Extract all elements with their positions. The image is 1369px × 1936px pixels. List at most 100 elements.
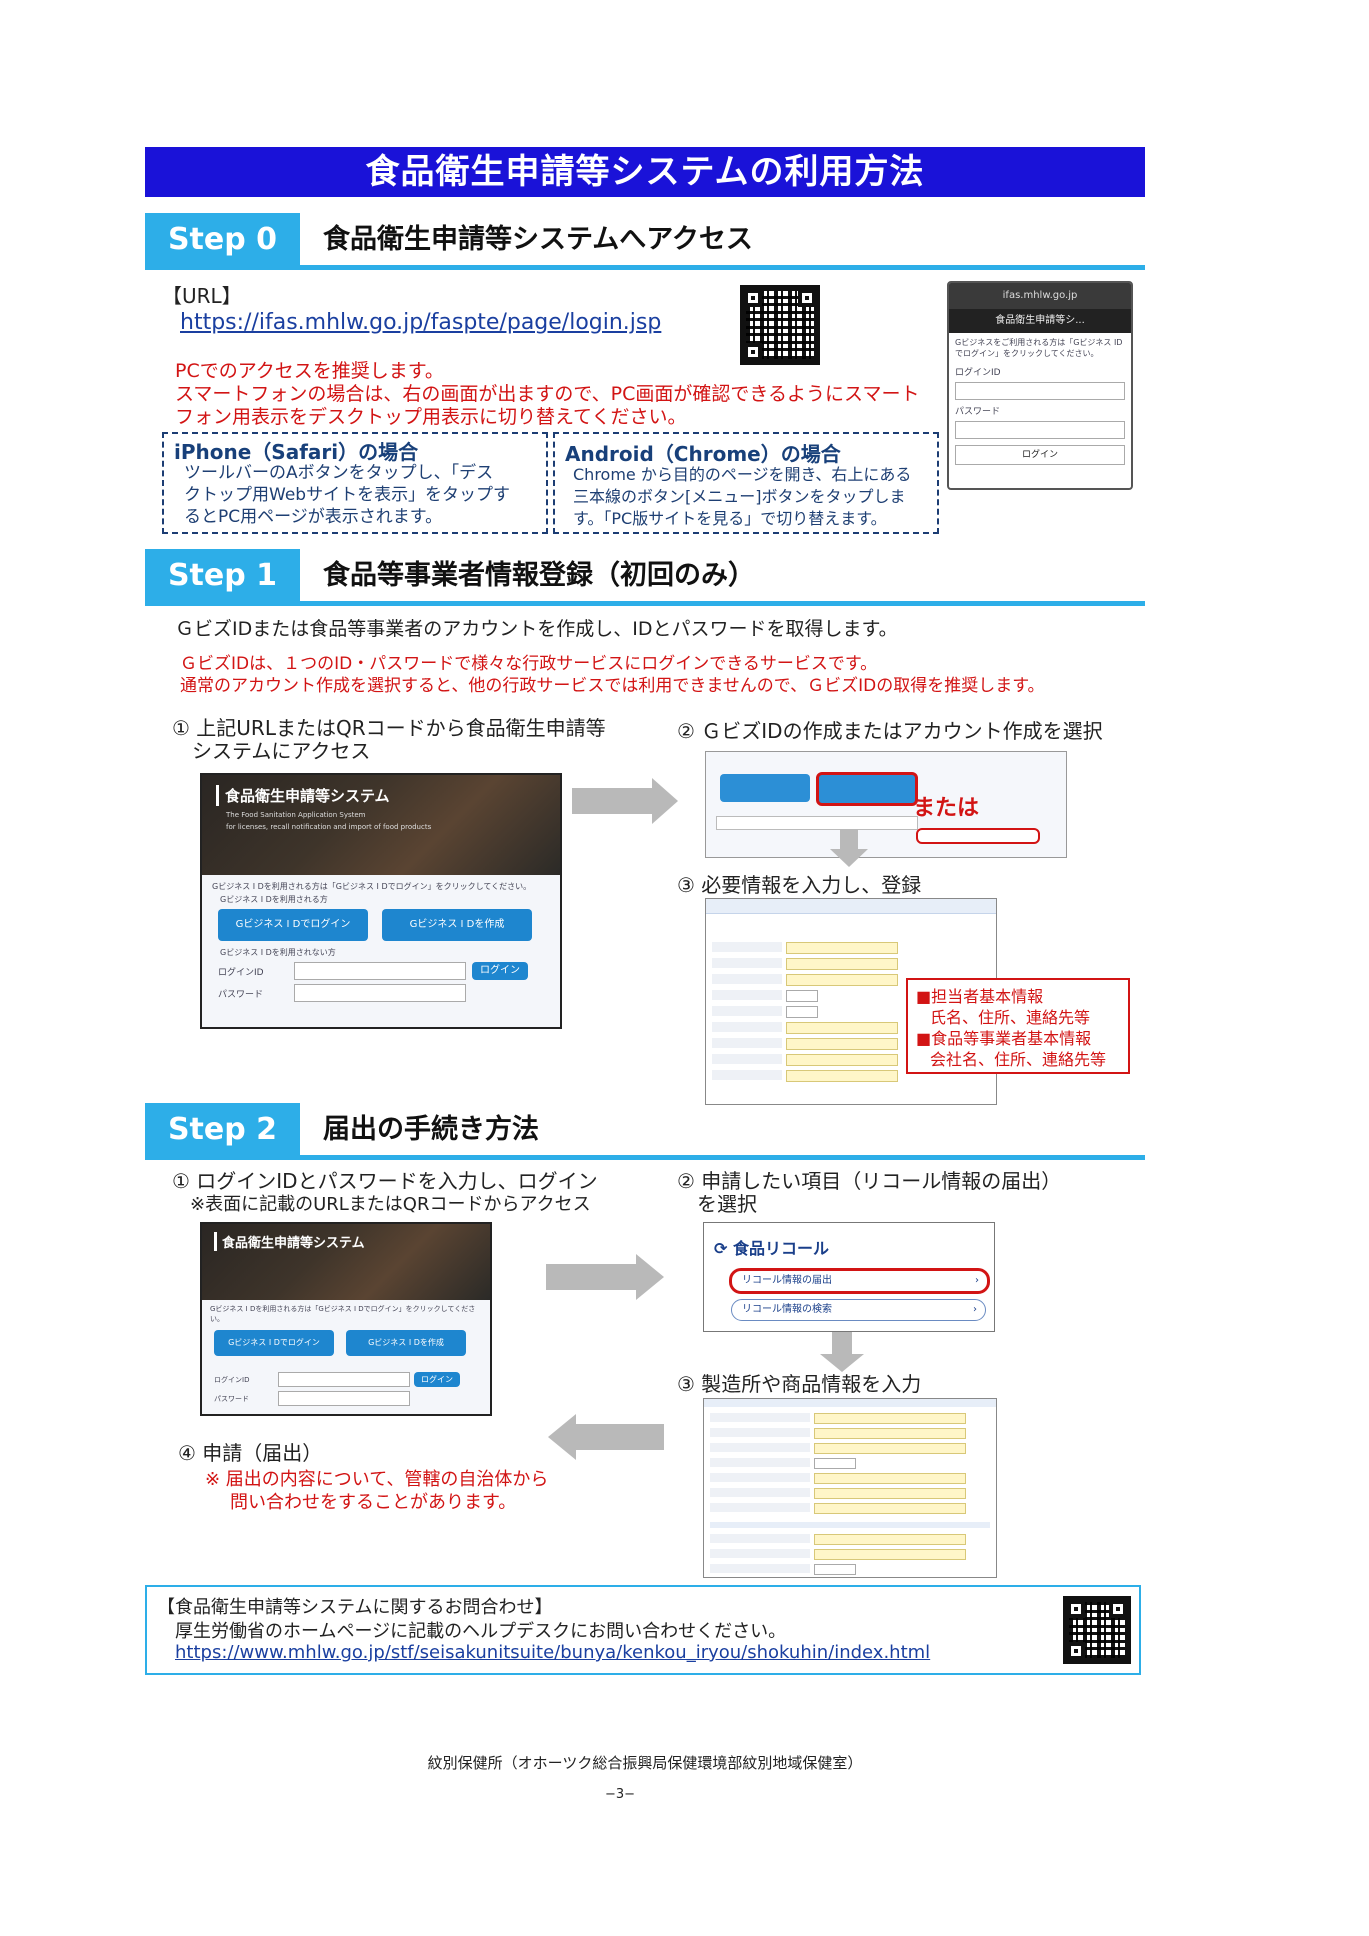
gbiz-notice-2: Gビジネス I Dを利用される方は「Gビジネス I Dでログイン」をクリックして… [210,1305,476,1323]
account-select-screenshot [705,751,1067,858]
gbiz-create-button[interactable]: Gビジネス I Dを作成 [382,909,532,941]
password-input[interactable] [294,984,466,1002]
recall-notify-item[interactable]: リコール情報の届出 › [729,1268,990,1294]
step1-rule [145,601,1145,606]
phone-login-button[interactable]: ログイン [955,445,1125,465]
phone-password-input[interactable] [955,421,1125,439]
phone-password-label: パスワード [955,407,1001,417]
arrow-down-1 [840,829,858,849]
info-callout: ■担当者基本情報 氏名、住所、連絡先等 ■食品等事業者基本情報 会社名、住所、連… [906,978,1130,1074]
iphone-line: ツールバーのAボタンをタップし、「デス [184,463,494,483]
login-id-label-2: ログインID [214,1375,250,1384]
login-screenshot-2: 食品衛生申請等システム Gビジネス I Dを利用される方は「Gビジネス I Dで… [200,1222,492,1416]
gbiz-create-button-2[interactable]: Gビジネス I Dを作成 [346,1330,466,1356]
phone-login-id-label: ログインID [955,368,1001,378]
url-label: 【URL】 [162,284,242,308]
login-id-label: ログインID [218,967,264,978]
step2-sub4: ④ 申請（届出） [178,1441,323,1465]
iphone-title: iPhone（Safari）の場合 [174,440,419,464]
footer-office: 紋別保健所（オホーツク総合振興局保健環境部紋別地域保健室） [427,1754,863,1772]
recall-search-label: リコール情報の検索 [742,1304,832,1315]
brand-title-2: 食品衛生申請等システム [214,1232,365,1251]
contact-url-link[interactable]: https://www.mhlw.go.jp/stf/seisakunitsui… [175,1642,930,1663]
password-label-2: パスワード [214,1394,249,1403]
system-url-link[interactable]: https://ifas.mhlw.go.jp/faspte/page/logi… [180,310,661,335]
arrow-right-1 [572,788,652,814]
step2-tag: Step 2 [145,1103,300,1157]
step0-heading: 食品衛生申請等システムへアクセス [323,224,753,255]
password-input-2[interactable] [278,1391,410,1406]
iphone-line: クトップ用Webサイトを表示」をタップす [184,485,511,505]
step1-sub3: ③ 必要情報を入力し、登録 [677,873,922,897]
smartphone-note-1: スマートフォンの場合は、右の画面が出ますので、PC画面が確認できるようにスマート [175,383,920,405]
callout-line: ■担当者基本情報 [916,987,1044,1006]
callout-line: 氏名、住所、連絡先等 [930,1008,1091,1027]
create-account-highlight [916,828,1040,844]
smartphone-note-2: フォン用表示をデスクトップ用表示に切り替えてください。 [175,406,687,428]
callout-line: ■食品等事業者基本情報 [916,1029,1092,1048]
login-button[interactable]: ログイン [472,962,528,980]
brand-tagline-2: for licenses, recall notification and im… [226,823,432,831]
step2-sub3: ③ 製造所や商品情報を入力 [677,1372,922,1396]
android-line: Chrome から目的のページを開き、右上にある [573,465,912,484]
phone-login-id-input[interactable] [955,382,1125,400]
step2-sub2-line2: を選択 [697,1192,757,1216]
arrow-down-1-head [830,849,868,867]
page-title: 食品衛生申請等システムの利用方法 [145,147,1145,197]
gbiz-notice: Gビジネス I Dを利用される方は「Gビジネス I Dでログイン」をクリックして… [212,882,532,891]
phone-address-bar: ifas.mhlw.go.jp [949,283,1131,309]
login-id-input-2[interactable] [278,1372,410,1387]
phone-notice: Gビジネスをご利用される方は「Gビジネス IDでログイン」をクリックしてください… [955,338,1123,358]
step1-heading: 食品等事業者情報登録（初回のみ） [323,560,755,591]
gbiz-note-2: 通常のアカウント作成を選択すると、他の行政サービスでは利用できませんので、Ｇビズ… [180,676,1045,696]
password-label: パスワード [218,989,264,1000]
step2-sub1-line1: ① ログインIDとパスワードを入力し、ログイン [172,1169,598,1193]
step1-sub1-line2: システムにアクセス [192,739,371,763]
gbiz-login-thumb [720,774,810,802]
iphone-line: るとPC用ページが表示されます。 [184,507,443,527]
callout-line: 会社名、住所、連絡先等 [930,1050,1107,1069]
step0-rule [145,265,1145,270]
account-id-thumb [716,816,918,830]
iphone-box: iPhone（Safari）の場合 ツールバーのAボタンをタップし、「デス クト… [162,432,548,534]
step2-heading: 届出の手続き方法 [323,1114,539,1145]
recall-title: ⟳ 食品リコール [714,1239,829,1258]
arrow-left [576,1424,664,1450]
arrow-down-2 [832,1332,852,1354]
step2-rule [145,1155,1145,1160]
recall-panel: ⟳ 食品リコール リコール情報の届出 › リコール情報の検索 › [703,1222,995,1332]
phone-header: 食品衛生申請等シ... [949,309,1131,333]
arrow-down-2-head [820,1354,864,1372]
step2-sub4-note-1: ※ 届出の内容について、管轄の自治体から [205,1469,549,1490]
hero-image: 食品衛生申請等システム The Food Sanitation Applicat… [202,775,560,875]
android-line: 三本線のボタン[メニュー]ボタンをタップしま [573,487,906,506]
gbiz-login-button-2[interactable]: Gビジネス I Dでログイン [214,1330,334,1356]
step1-tag: Step 1 [145,549,300,603]
android-title: Android（Chrome）の場合 [565,442,841,466]
arrow-left-head [548,1414,576,1460]
product-form-screenshot [703,1398,997,1578]
smartphone-screenshot: ifas.mhlw.go.jp 食品衛生申請等シ... Gビジネスをご利用される… [947,281,1133,490]
step2-sub4-note-2: 問い合わせをすることがあります。 [230,1492,517,1513]
step2-sub1-line2: ※表面に記載のURLまたはQRコードからアクセス [190,1194,591,1215]
login-id-input[interactable] [294,962,466,980]
recall-search-item[interactable]: リコール情報の検索 › [731,1299,986,1321]
qr-code-system [740,285,820,365]
recall-title-text: 食品リコール [732,1239,829,1258]
step2-sub2-line1: ② 申請したい項目（リコール情報の届出） [677,1169,1062,1193]
step1-sub1-line1: ① 上記URLまたはQRコードから食品衛生申請等 [172,716,606,740]
or-label: または [913,796,980,821]
step1-sub2: ② ＧビズIDの作成またはアカウント作成を選択 [677,719,1103,743]
brand-title: 食品衛生申請等システム [216,785,390,806]
gbiz-create-highlight [816,772,918,806]
page-number: −3− [604,1787,636,1802]
arrow-right-2-head [636,1254,664,1300]
step1-intro: ＧビズIDまたは食品等事業者のアカウントを作成し、IDとパスワードを取得します。 [175,618,898,640]
login-button-2[interactable]: ログイン [414,1372,460,1387]
pc-recommend-text: PCでのアクセスを推奨します。 [175,360,444,382]
gbiz-login-button[interactable]: Gビジネス I Dでログイン [218,909,368,941]
qr-code-contact [1063,1596,1131,1664]
contact-box: 【食品衛生申請等システムに関するお問合わせ】 厚生労働省のホームページに記載のヘ… [145,1585,1141,1675]
gbiz-note-1: ＧビズIDは、１つのID・パスワードで様々な行政サービスにログインできるサービス… [180,654,878,674]
arrow-right-1-head [652,778,678,824]
